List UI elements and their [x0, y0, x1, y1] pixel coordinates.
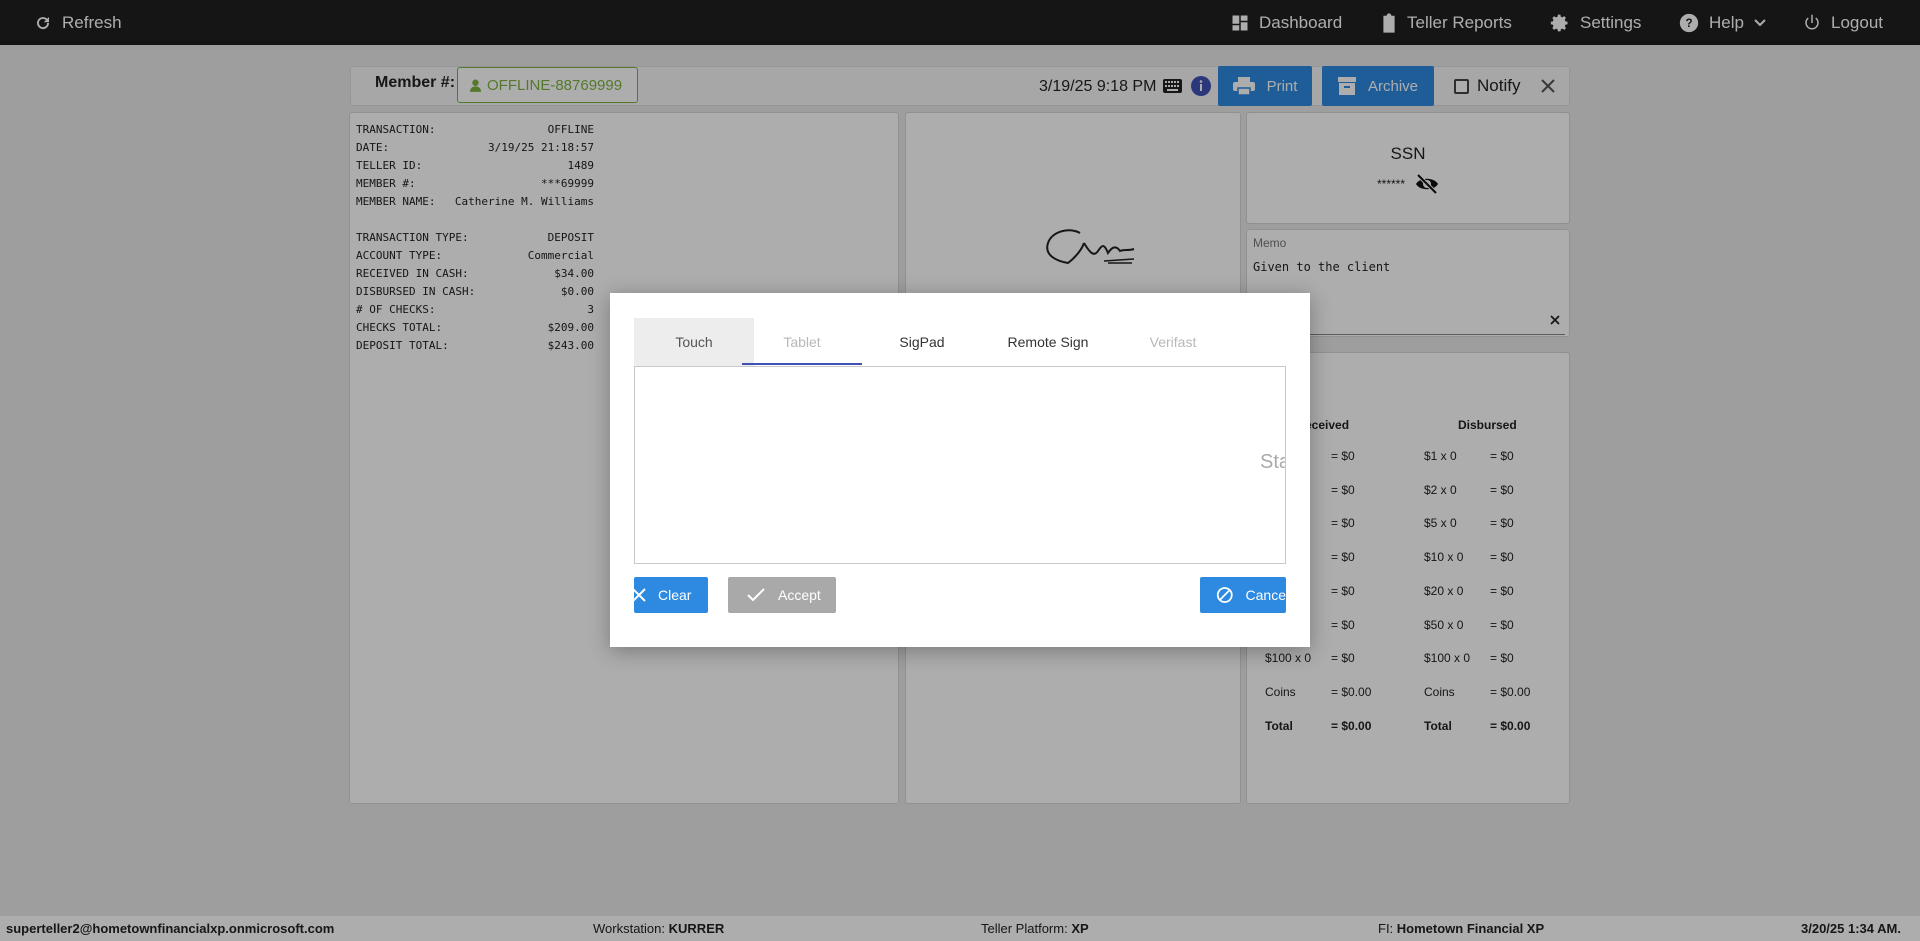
cancel-button[interactable]: Cance: [1200, 577, 1286, 613]
tab-touch[interactable]: Touch: [634, 318, 754, 366]
tab-indicator: [742, 363, 862, 365]
close-icon: [634, 588, 646, 602]
cancel-label: Cance: [1245, 587, 1286, 603]
signature-capture-dialog: Touch Tablet SigPad Remote Sign Verifast…: [610, 293, 1310, 647]
tab-remote-sign[interactable]: Remote Sign: [988, 318, 1108, 366]
signature-hint: Sta: [1260, 451, 1285, 473]
tab-verifast[interactable]: Verifast: [1113, 318, 1233, 366]
clear-label: Clear: [658, 587, 692, 603]
accept-button[interactable]: Accept: [728, 577, 836, 613]
checkmark-icon: [747, 588, 765, 602]
tab-tablet[interactable]: Tablet: [742, 318, 862, 366]
clear-button[interactable]: Clear: [634, 577, 708, 613]
accept-label: Accept: [778, 587, 821, 603]
ban-icon: [1216, 587, 1233, 603]
tab-sigpad[interactable]: SigPad: [862, 318, 982, 366]
signature-canvas[interactable]: Sta: [634, 366, 1286, 564]
